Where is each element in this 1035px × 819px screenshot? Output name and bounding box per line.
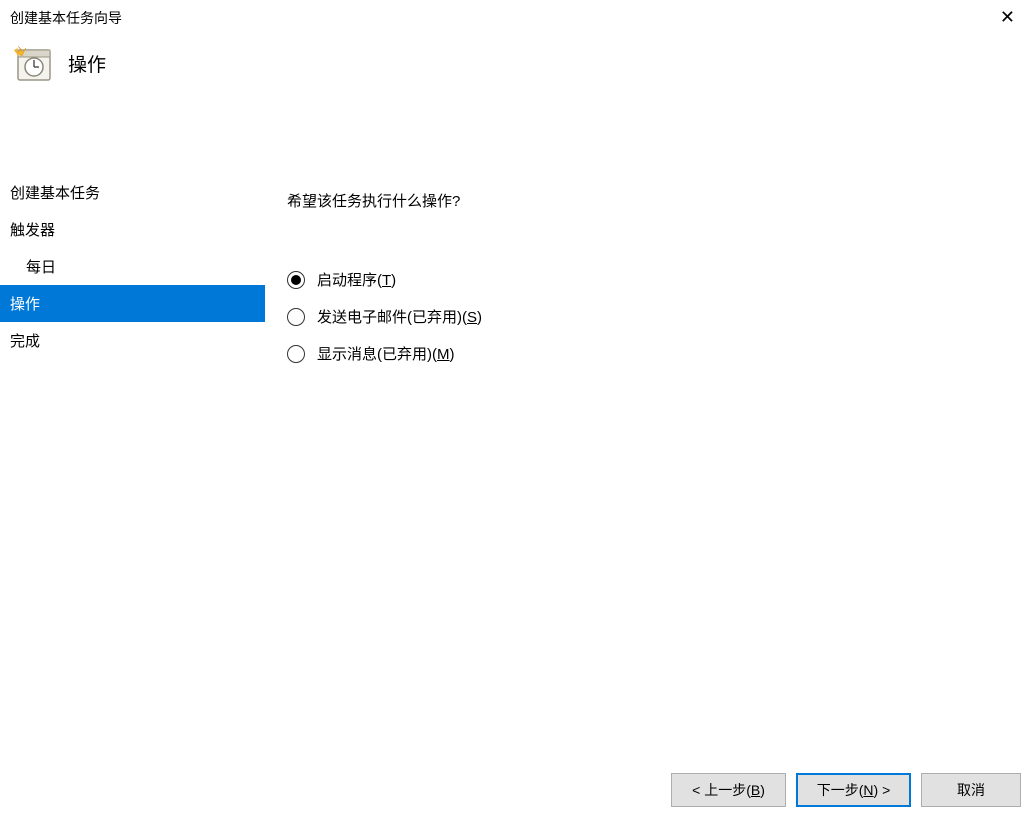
radio-label: 启动程序(T) (317, 269, 396, 290)
sidebar-item-create-basic-task[interactable]: 创建基本任务 (0, 174, 265, 211)
radio-show-message[interactable]: 显示消息(已弃用)(M) (287, 343, 1015, 364)
close-icon[interactable]: ✕ (994, 8, 1021, 26)
wizard-icon (12, 42, 54, 84)
wizard-header: 操作 (0, 36, 1035, 100)
wizard-sidebar: 创建基本任务 触发器 每日 操作 完成 (0, 160, 265, 759)
radio-label: 显示消息(已弃用)(M) (317, 343, 455, 364)
radio-icon (287, 271, 305, 289)
next-button[interactable]: 下一步(N) > (796, 773, 911, 807)
radio-send-email[interactable]: 发送电子邮件(已弃用)(S) (287, 306, 1015, 327)
radio-label: 发送电子邮件(已弃用)(S) (317, 306, 482, 327)
content-panel: 希望该任务执行什么操作? 启动程序(T) 发送电子邮件(已弃用)(S) 显示消息… (265, 160, 1035, 759)
main-area: 创建基本任务 触发器 每日 操作 完成 希望该任务执行什么操作? 启动程序(T)… (0, 160, 1035, 759)
radio-start-program[interactable]: 启动程序(T) (287, 269, 1015, 290)
sidebar-item-trigger[interactable]: 触发器 (0, 211, 265, 248)
window-title: 创建基本任务向导 (10, 8, 122, 28)
sidebar-item-finish[interactable]: 完成 (0, 322, 265, 359)
back-button[interactable]: < 上一步(B) (671, 773, 786, 807)
page-title: 操作 (68, 50, 106, 77)
radio-icon (287, 308, 305, 326)
sidebar-item-action[interactable]: 操作 (0, 285, 265, 322)
cancel-button[interactable]: 取消 (921, 773, 1021, 807)
titlebar: 创建基本任务向导 ✕ (0, 0, 1035, 36)
sidebar-item-daily[interactable]: 每日 (0, 248, 265, 285)
action-question: 希望该任务执行什么操作? (287, 190, 1015, 211)
radio-icon (287, 345, 305, 363)
action-radio-group: 启动程序(T) 发送电子邮件(已弃用)(S) 显示消息(已弃用)(M) (287, 269, 1015, 364)
wizard-footer: < 上一步(B) 下一步(N) > 取消 (671, 773, 1021, 807)
